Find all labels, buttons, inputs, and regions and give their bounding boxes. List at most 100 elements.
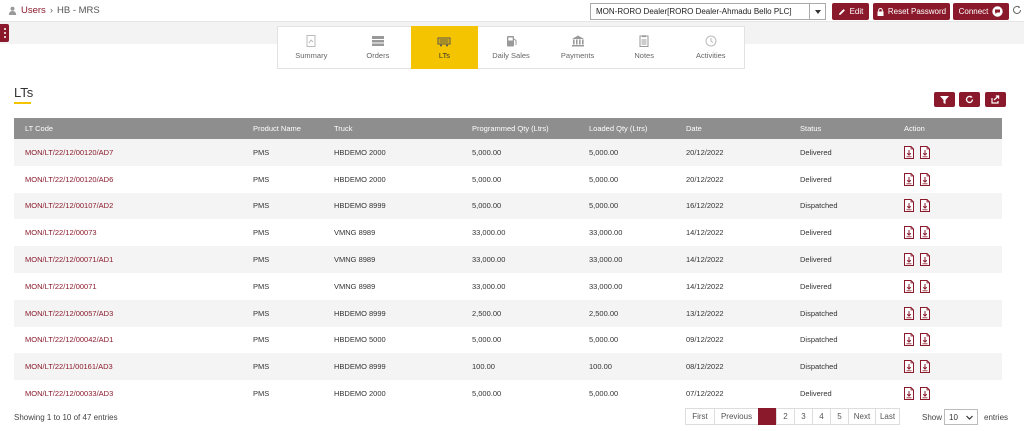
page-last-button[interactable]: Last [875, 408, 900, 425]
download-pdf-icon[interactable] [904, 145, 914, 159]
tab-payments-label: Payments [560, 51, 595, 60]
lt-code-link[interactable]: MON/LT/22/12/00071 [14, 273, 242, 300]
reload-button[interactable] [959, 92, 980, 107]
column-header[interactable]: Date [675, 118, 789, 139]
truck-cell: HBDEMO 8999 [334, 308, 386, 318]
tab-notes-label: Notes [634, 51, 654, 60]
status-cell: Delivered [800, 228, 832, 238]
export-button[interactable] [985, 92, 1006, 107]
table-row: MON/LT/22/12/00033/AD3 PMS HBDEMO 2000 5,00… [14, 380, 1002, 407]
action-cell [893, 353, 1002, 380]
page-4-button[interactable]: 4 [812, 408, 831, 425]
truck-cell: HBDEMO 5000 [334, 335, 386, 345]
dot [3, 32, 6, 34]
page-5-button[interactable]: 5 [830, 408, 849, 425]
download-pdf-icon[interactable] [904, 387, 914, 401]
download-pdf-icon[interactable] [904, 279, 914, 293]
loaded-qty-cell: 5,000.00 [589, 147, 619, 157]
download-pdf-icon[interactable] [904, 360, 914, 374]
loaded-qty-cell: 33,000.00 [589, 255, 623, 265]
page-next-button[interactable]: Next [848, 408, 876, 425]
caret-down-icon [814, 9, 821, 14]
action-cell [893, 380, 1002, 407]
download-invoice-icon[interactable] [920, 279, 930, 293]
page-3-button[interactable]: 3 [794, 408, 813, 425]
download-invoice-icon[interactable] [920, 172, 930, 186]
page-first-button[interactable]: First [685, 408, 715, 425]
page-1-button[interactable]: 1 [758, 408, 777, 425]
table-info: Showing 1 to 10 of 47 entries [14, 413, 118, 422]
connect-button[interactable]: Connect [953, 3, 1009, 20]
download-pdf-icon[interactable] [904, 333, 914, 347]
page-2-button[interactable]: 2 [776, 408, 795, 425]
column-header[interactable]: LT Code [14, 118, 242, 139]
download-pdf-icon[interactable] [904, 306, 914, 320]
date-cell: 09/12/2022 [686, 335, 724, 345]
tab-notes[interactable]: Notes [611, 27, 678, 68]
filter-button[interactable] [934, 92, 955, 107]
tab-orders[interactable]: Orders [345, 27, 412, 68]
download-invoice-icon[interactable] [920, 306, 930, 320]
tab-payments[interactable]: Payments [544, 27, 611, 68]
dealer-select-arrow[interactable] [809, 4, 825, 19]
breadcrumb-users-link[interactable]: Users [21, 5, 46, 16]
date-cell: 14/12/2022 [686, 281, 724, 291]
lt-code-link[interactable]: MON/LT/22/11/00161/AD3 [14, 353, 242, 380]
dealer-select[interactable]: MON-RORO Dealer[RORO Dealer-Ahmadu Bello… [590, 3, 826, 20]
download-invoice-icon[interactable] [920, 360, 930, 374]
download-invoice-icon[interactable] [920, 253, 930, 267]
page-size-select[interactable]: 10 [944, 409, 978, 425]
sidebar-toggle-button[interactable] [0, 24, 9, 42]
loaded-qty-cell: 5,000.00 [589, 335, 619, 345]
download-invoice-icon[interactable] [920, 226, 930, 240]
table-row: MON/LT/22/12/00071 PMS VMNG 8989 33,000.00 3… [14, 273, 1002, 300]
tab-activities-label: Activities [695, 51, 726, 60]
date-cell: 20/12/2022 [686, 147, 724, 157]
tab-summary[interactable]: Summary [278, 27, 345, 68]
column-header[interactable]: Truck [323, 118, 461, 139]
tab-lts[interactable]: LTs [411, 26, 478, 69]
loaded-qty-cell: 2,500.00 [589, 308, 619, 318]
status-cell: Delivered [800, 389, 832, 399]
lt-code-link[interactable]: MON/LT/22/12/00107/AD2 [14, 193, 242, 220]
reset-password-button[interactable]: Reset Password [873, 3, 950, 20]
lt-code-link[interactable]: MON/LT/22/12/00120/AD7 [14, 139, 242, 166]
loaded-qty-cell: 5,000.00 [589, 389, 619, 399]
download-pdf-icon[interactable] [904, 199, 914, 213]
truck-cell: HBDEMO 2000 [334, 174, 386, 184]
top-bar: Users › HB - MRS MON-RORO Dealer[RORO De… [0, 0, 1024, 22]
bank-icon [571, 35, 584, 47]
download-pdf-icon[interactable] [904, 172, 914, 186]
download-invoice-icon[interactable] [920, 145, 930, 159]
lt-code-link[interactable]: MON/LT/22/12/00073 [14, 219, 242, 246]
column-header[interactable]: Programmed Qty (Ltrs) [461, 118, 578, 139]
lt-code-link[interactable]: MON/LT/22/12/00071/AD1 [14, 246, 242, 273]
product-cell: PMS [253, 335, 270, 345]
lt-code-link[interactable]: MON/LT/22/12/00120/AD6 [14, 166, 242, 193]
lt-code-link[interactable]: MON/LT/22/12/00042/AD1 [14, 327, 242, 354]
programmed-qty-cell: 2,500.00 [472, 308, 502, 318]
table-row: MON/LT/22/12/00120/AD6 PMS HBDEMO 2000 5,00… [14, 166, 1002, 193]
tab-daily-sales[interactable]: Daily Sales [478, 27, 545, 68]
column-header[interactable]: Product Name [242, 118, 323, 139]
table-row: MON/LT/22/12/00042/AD1 PMS HBDEMO 5000 5,00… [14, 327, 1002, 354]
refresh-icon[interactable] [1012, 5, 1022, 15]
title-underline [14, 102, 31, 104]
column-header[interactable]: Loaded Qty (Ltrs) [578, 118, 675, 139]
edit-button[interactable]: Edit [832, 3, 869, 20]
download-pdf-icon[interactable] [904, 253, 914, 267]
tab-activities[interactable]: Activities [677, 27, 744, 68]
lt-code-link[interactable]: MON/LT/22/12/00057/AD3 [14, 300, 242, 327]
download-invoice-icon[interactable] [920, 387, 930, 401]
download-invoice-icon[interactable] [920, 333, 930, 347]
column-header[interactable]: Status [789, 118, 893, 139]
dot [3, 36, 6, 38]
download-pdf-icon[interactable] [904, 226, 914, 240]
product-cell: PMS [253, 255, 270, 265]
page-previous-button[interactable]: Previous [714, 408, 759, 425]
tab-daily-sales-label: Daily Sales [492, 51, 530, 60]
download-invoice-icon[interactable] [920, 199, 930, 213]
product-cell: PMS [253, 389, 270, 399]
lt-code-link[interactable]: MON/LT/22/12/00033/AD3 [14, 380, 242, 407]
truck-cell: HBDEMO 2000 [334, 147, 386, 157]
